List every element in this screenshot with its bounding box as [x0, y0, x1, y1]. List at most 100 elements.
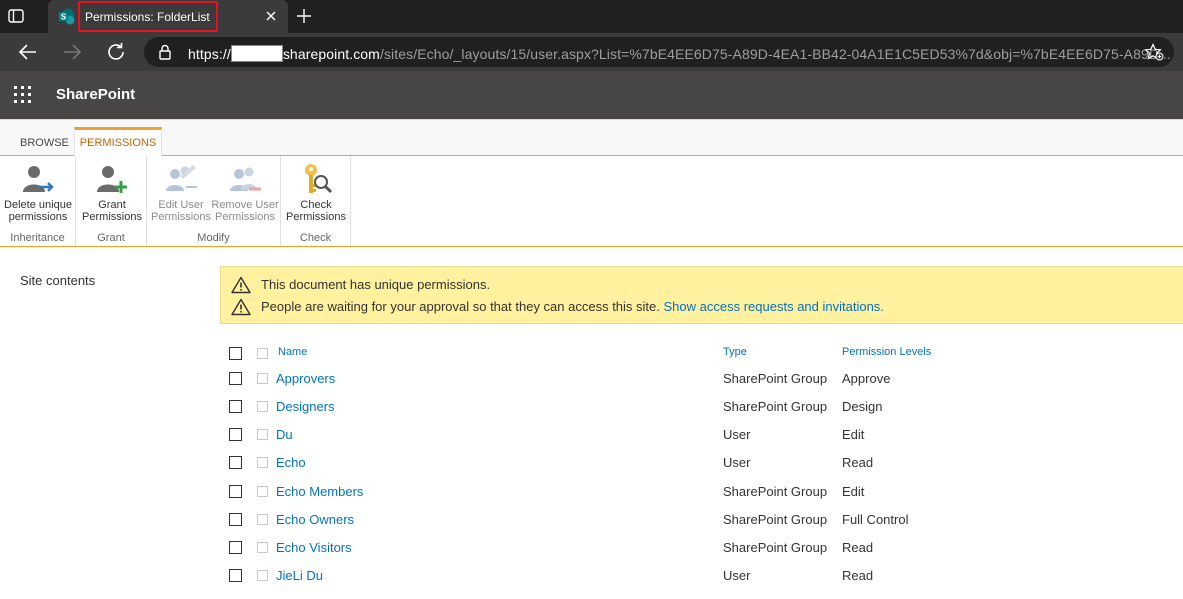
row-type: User	[723, 427, 751, 442]
table-row[interactable]: JieLi Du User Read	[226, 562, 1183, 590]
check-label-2: Permissions	[286, 211, 346, 223]
row-type: SharePoint Group	[723, 540, 828, 555]
row-checkbox[interactable]	[229, 513, 242, 526]
row-item-checkbox[interactable]	[257, 373, 268, 384]
row-checkbox[interactable]	[229, 400, 242, 413]
row-permission-level: Approve	[842, 371, 891, 386]
tab-permissions[interactable]: PERMISSIONS	[74, 127, 162, 157]
ribbon-group-check: Check Permissions Check	[281, 156, 351, 246]
tab-title: Permissions: FolderList	[85, 10, 210, 24]
row-checkbox[interactable]	[229, 428, 242, 441]
suite-bar: SharePoint	[0, 71, 1183, 119]
close-tab-icon[interactable]	[264, 9, 278, 23]
browser-tab[interactable]: S Permissions: FolderList	[48, 0, 288, 33]
edit-users-icon	[163, 162, 199, 198]
edit-user-permissions-button[interactable]: Edit User Permissions	[147, 162, 215, 223]
row-checkbox[interactable]	[229, 485, 242, 498]
ribbon-body: Delete unique permissions Inheritance Gr…	[0, 156, 1183, 247]
column-header-name[interactable]: Name	[278, 346, 307, 358]
ribbon-group-inheritance: Delete unique permissions Inheritance	[0, 156, 76, 246]
site-contents-link[interactable]: Site contents	[20, 273, 95, 288]
svg-text:S: S	[61, 13, 67, 22]
remove-user-label-1: Remove User	[211, 199, 279, 211]
url-text: https:// sharepoint.com/sites/Echo/_layou…	[188, 45, 1171, 62]
row-checkbox[interactable]	[229, 456, 242, 469]
header-item-checkbox[interactable]	[257, 348, 268, 359]
row-checkbox[interactable]	[229, 569, 242, 582]
group-label-inheritance: Inheritance	[10, 232, 65, 244]
row-name-link[interactable]: Echo Owners	[276, 512, 354, 527]
row-name-link[interactable]: JieLi Du	[276, 568, 323, 583]
table-row[interactable]: Designers SharePoint Group Design	[226, 393, 1183, 421]
row-name-link[interactable]: Designers	[276, 399, 335, 414]
key-magnifier-icon	[298, 162, 334, 198]
grant-label-1: Grant	[98, 199, 126, 211]
row-type: User	[723, 455, 751, 470]
column-header-type[interactable]: Type	[723, 346, 747, 358]
sharepoint-brand[interactable]: SharePoint	[56, 86, 135, 103]
column-header-permission-levels[interactable]: Permission Levels	[842, 346, 931, 358]
warning-icon	[231, 276, 251, 294]
address-bar[interactable]: https:// sharepoint.com/sites/Echo/_layou…	[144, 37, 1174, 67]
check-permissions-button[interactable]: Check Permissions	[282, 162, 350, 223]
status-unique-text: This document has unique permissions.	[261, 277, 491, 292]
row-type: SharePoint Group	[723, 484, 828, 499]
edit-user-label-2: Permissions	[151, 211, 211, 223]
row-checkbox[interactable]	[229, 372, 242, 385]
ribbon-group-modify: Edit User Permissions Remove User Permis…	[147, 156, 281, 246]
row-item-checkbox[interactable]	[257, 542, 268, 553]
app-launcher-icon[interactable]	[14, 86, 32, 104]
delete-unique-permissions-button[interactable]: Delete unique permissions	[4, 162, 72, 223]
row-name-link[interactable]: Echo Members	[276, 484, 363, 499]
table-row[interactable]: Echo User Read	[226, 449, 1183, 477]
table-row[interactable]: Approvers SharePoint Group Approve	[226, 365, 1183, 393]
row-permission-level: Full Control	[842, 512, 909, 527]
browser-tab-strip: S Permissions: FolderList	[0, 0, 1183, 33]
row-permission-level: Design	[842, 399, 883, 414]
table-row[interactable]: Echo Members SharePoint Group Edit	[226, 478, 1183, 506]
add-favorite-icon[interactable]	[1144, 43, 1164, 64]
grant-permissions-icon	[94, 162, 130, 198]
select-all-checkbox[interactable]	[229, 347, 242, 360]
row-type: SharePoint Group	[723, 371, 828, 386]
tab-actions-icon[interactable]	[8, 8, 26, 24]
sharepoint-favicon-icon: S	[58, 8, 75, 25]
remove-user-permissions-button[interactable]: Remove User Permissions	[211, 162, 279, 223]
row-item-checkbox[interactable]	[257, 570, 268, 581]
row-item-checkbox[interactable]	[257, 486, 268, 497]
status-approval-text: People are waiting for your approval so …	[261, 299, 660, 314]
row-type: SharePoint Group	[723, 512, 828, 527]
group-label-grant: Grant	[97, 232, 125, 244]
lock-icon[interactable]	[158, 44, 172, 63]
forward-arrow-icon[interactable]	[61, 41, 83, 63]
row-item-checkbox[interactable]	[257, 401, 268, 412]
table-row[interactable]: Echo Visitors SharePoint Group Read	[226, 534, 1183, 562]
row-type: SharePoint Group	[723, 399, 828, 414]
row-item-checkbox[interactable]	[257, 457, 268, 468]
url-path: /sites/Echo/_layouts/15/user.aspx?List=%…	[379, 46, 1172, 62]
remove-user-label-2: Permissions	[215, 211, 275, 223]
row-item-checkbox[interactable]	[257, 514, 268, 525]
new-tab-icon[interactable]	[296, 8, 312, 24]
tab-browse[interactable]: BROWSE	[20, 137, 69, 149]
table-row[interactable]: Du User Edit	[226, 421, 1183, 449]
row-item-checkbox[interactable]	[257, 429, 268, 440]
row-permission-level: Read	[842, 568, 874, 583]
grant-permissions-button[interactable]: Grant Permissions	[78, 162, 146, 223]
group-label-check: Check	[299, 232, 332, 244]
back-arrow-icon[interactable]	[17, 41, 39, 63]
refresh-icon[interactable]	[105, 41, 127, 63]
status-bar: This document has unique permissions. Pe…	[220, 266, 1183, 324]
ribbon-tab-row: BROWSE PERMISSIONS	[0, 119, 1183, 157]
check-label-1: Check	[300, 199, 332, 211]
row-checkbox[interactable]	[229, 541, 242, 554]
row-name-link[interactable]: Echo Visitors	[276, 540, 352, 555]
row-name-link[interactable]: Echo	[276, 455, 306, 470]
table-row[interactable]: Echo Owners SharePoint Group Full Contro…	[226, 506, 1183, 534]
row-name-link[interactable]: Approvers	[276, 371, 335, 386]
remove-users-icon	[227, 162, 263, 198]
group-label-modify: Modify	[197, 232, 230, 244]
row-name-link[interactable]: Du	[276, 427, 293, 442]
access-requests-link[interactable]: Show access requests and invitations.	[664, 299, 884, 314]
tab-title-highlight: Permissions: FolderList	[78, 1, 218, 32]
